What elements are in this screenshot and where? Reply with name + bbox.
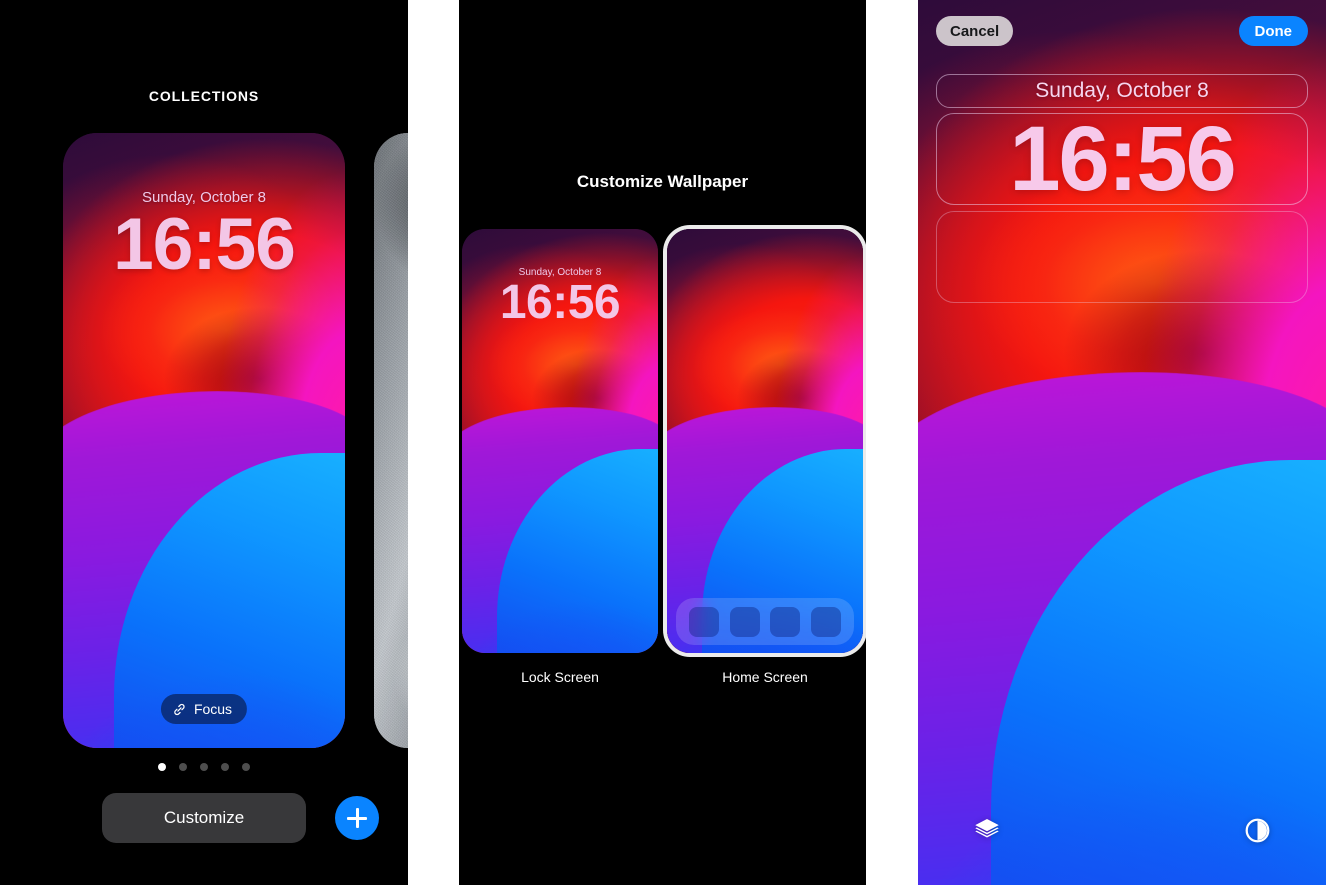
home-screen-dock [676,598,854,645]
dock-app-icon[interactable] [729,606,760,637]
home-screen-option[interactable]: Home Screen [667,229,863,685]
editor-bottom-controls [918,813,1326,847]
page-title-collections: COLLECTIONS [148,88,260,104]
page-dot-4[interactable] [221,763,229,771]
mini-lock-face: Sunday, October 8 16:56 [462,229,658,653]
editor-time-text: 16:56 [1009,108,1236,210]
editor-toolbar: Cancel Done [918,16,1326,46]
home-screen-label: Home Screen [722,669,808,685]
dock-app-icon[interactable] [810,606,841,637]
editor-date-text: Sunday, October 8 [1035,79,1209,102]
page-title-customize: Customize Wallpaper [576,172,749,191]
lock-screen-option[interactable]: Sunday, October 8 16:56 Lock Screen [462,229,658,685]
panel-collections: COLLECTIONS Sunday, October 8 16:56 Focu… [0,0,408,885]
mini-lock-time: 16:56 [499,276,621,329]
screen-preview-row: Sunday, October 8 16:56 Lock Screen Home… [459,229,866,685]
wallpaper-gradient [667,229,863,653]
depth-effect-button[interactable] [970,813,1004,847]
page-dot-2[interactable] [179,763,187,771]
lock-screen-label: Lock Screen [521,669,599,685]
lock-time: 16:56 [113,204,296,285]
panel-divider-2 [866,0,918,885]
done-button[interactable]: Done [1238,16,1308,46]
widget-slot-empty[interactable] [936,211,1308,303]
page-dot-5[interactable] [242,763,250,771]
titanium-wallpaper-texture [374,133,408,748]
half-filled-circle-icon [1244,817,1271,844]
add-wallpaper-button[interactable] [335,796,379,840]
dock-app-icon[interactable] [770,606,801,637]
customize-button[interactable]: Customize [102,793,306,843]
screenshot-stage: COLLECTIONS Sunday, October 8 16:56 Focu… [0,0,1326,885]
layers-icon [972,815,1002,845]
panel-lock-screen-editor: Cancel Done Sunday, October 8 16:56 [918,0,1326,885]
page-dot-1[interactable] [158,763,166,771]
dock-app-icon[interactable] [689,606,720,637]
wallpaper-carousel[interactable]: Sunday, October 8 16:56 Focus [0,133,408,748]
date-widget-slot[interactable]: Sunday, October 8 [936,74,1308,108]
collections-actions: Customize [0,793,408,843]
lock-screen-face: Sunday, October 8 16:56 Focus [63,133,345,748]
page-indicator[interactable] [0,763,408,771]
lock-screen-preview-card[interactable]: Sunday, October 8 16:56 [462,229,658,653]
focus-pill-button[interactable]: Focus [160,694,248,724]
panel-customize-wallpaper: Customize Wallpaper Sunday, October 8 16… [459,0,866,885]
time-widget-slot[interactable]: 16:56 [936,113,1308,205]
plus-icon [347,808,367,828]
wallpaper-card-next[interactable] [374,133,408,748]
tint-toggle-button[interactable] [1240,813,1274,847]
panel-divider-1 [408,0,459,885]
link-chain-icon [172,702,187,717]
cancel-button[interactable]: Cancel [936,16,1014,46]
focus-label: Focus [193,701,233,717]
wallpaper-card-active[interactable]: Sunday, October 8 16:56 Focus [63,133,345,748]
home-screen-preview-card[interactable] [667,229,863,653]
page-dot-3[interactable] [200,763,208,771]
